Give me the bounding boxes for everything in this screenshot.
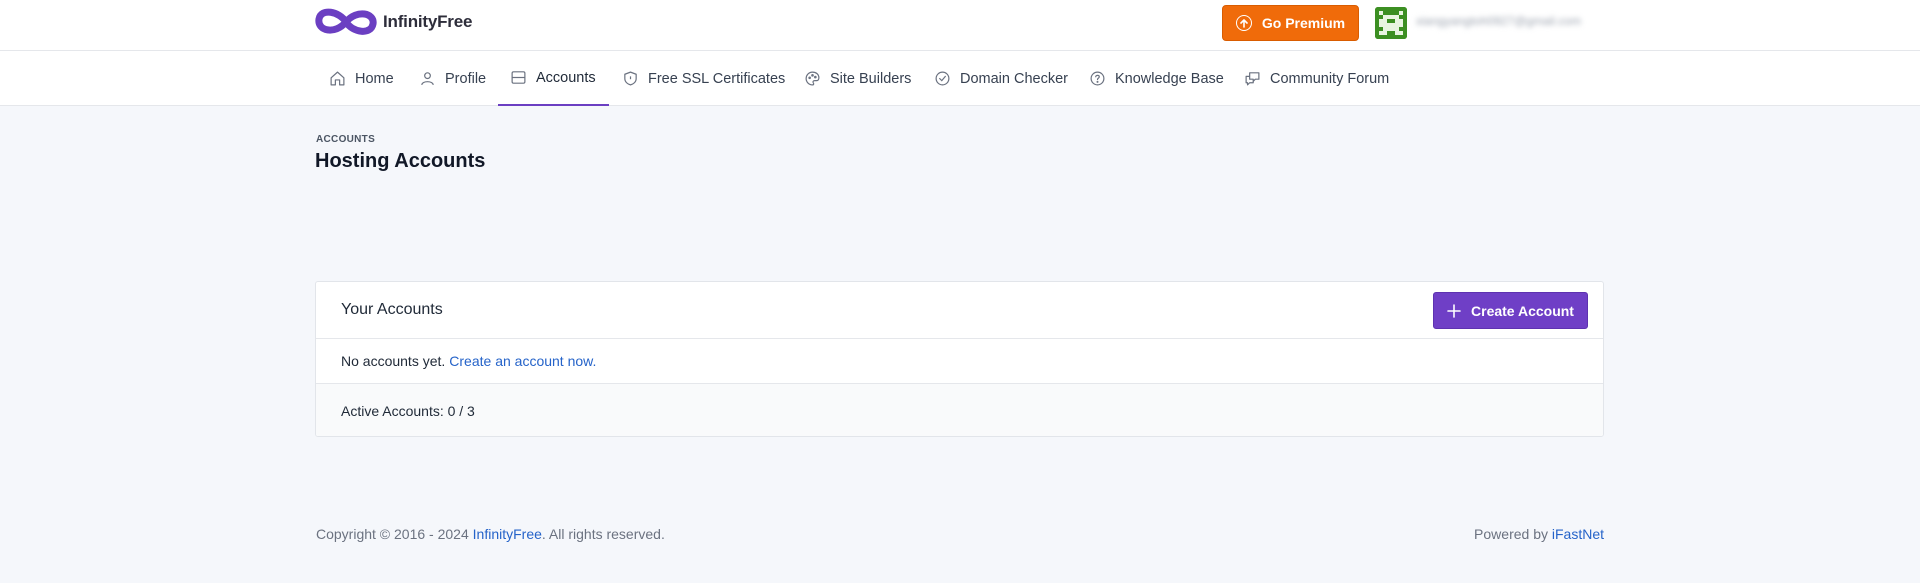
nav-label-site-builders: Site Builders — [830, 70, 912, 87]
user-avatar[interactable] — [1375, 7, 1407, 39]
copyright: Copyright © 2016 - 2024 InfinityFree. Al… — [316, 526, 665, 542]
nav-label-home: Home — [355, 70, 394, 87]
arrow-up-circle-icon — [1235, 15, 1252, 31]
infinityfree-link[interactable]: InfinityFree — [473, 526, 542, 542]
create-account-link[interactable]: Create an account now. — [449, 353, 596, 369]
server-icon — [511, 71, 526, 84]
nav-item-profile[interactable]: Profile — [419, 51, 486, 106]
accounts-card: Your Accounts Create Account No accounts… — [315, 281, 1604, 437]
create-account-button[interactable]: Create Account — [1433, 292, 1588, 329]
user-email[interactable]: xiangyangtoh0927@gmail.com — [1416, 14, 1604, 30]
check-circle-icon — [935, 71, 950, 86]
nav-label-domain-checker: Domain Checker — [960, 70, 1068, 87]
copyright-suffix: . All rights reserved. — [541, 526, 665, 542]
empty-state-row: No accounts yet. Create an account now. — [316, 339, 1603, 384]
active-accounts-count: Active Accounts: 0 / 3 — [341, 403, 475, 419]
breadcrumb: ACCOUNTS — [316, 134, 376, 145]
help-circle-icon — [1090, 71, 1105, 86]
create-account-label: Create Account — [1471, 302, 1574, 319]
go-premium-label: Go Premium — [1261, 15, 1346, 31]
nav-label-knowledge-base: Knowledge Base — [1115, 70, 1224, 87]
nav-item-site-builders[interactable]: Site Builders — [804, 51, 911, 106]
empty-state-text: No accounts yet. — [341, 353, 446, 369]
powered-by: Powered by iFastNet — [1474, 526, 1604, 542]
nav-label-community-forum: Community Forum — [1270, 70, 1390, 87]
nav-label-ssl: Free SSL Certificates — [648, 70, 786, 87]
brand-name: InfinityFree — [383, 12, 473, 31]
nav-item-knowledge-base[interactable]: Knowledge Base — [1089, 51, 1224, 106]
infinity-logo-icon — [315, 8, 377, 35]
card-title: Your Accounts — [341, 301, 443, 318]
main-nav: Home Profile Accounts Free SSL Certifica… — [0, 51, 1920, 106]
ifastnet-link[interactable]: iFastNet — [1552, 526, 1604, 542]
top-header: InfinityFree Go Premium xiangyangtoh0927… — [0, 0, 1920, 51]
shield-icon — [624, 71, 637, 86]
nav-item-accounts[interactable]: Accounts — [498, 51, 609, 106]
palette-icon — [805, 71, 820, 86]
plus-icon — [1447, 303, 1461, 318]
nav-item-home[interactable]: Home — [329, 51, 394, 106]
nav-label-profile: Profile — [445, 70, 487, 87]
powered-prefix: Powered by — [1474, 526, 1548, 542]
card-header: Your Accounts Create Account — [316, 282, 1603, 339]
page-title: Hosting Accounts — [315, 150, 486, 172]
nav-label-accounts: Accounts — [536, 69, 596, 86]
chat-icon — [1245, 72, 1260, 86]
nav-item-community-forum[interactable]: Community Forum — [1244, 51, 1389, 106]
copyright-prefix: Copyright © 2016 - 2024 — [316, 526, 469, 542]
go-premium-button[interactable]: Go Premium — [1222, 5, 1359, 41]
brand-logo[interactable]: InfinityFree — [315, 5, 472, 39]
nav-item-ssl[interactable]: Free SSL Certificates — [622, 51, 785, 106]
card-footer: Active Accounts: 0 / 3 — [316, 384, 1603, 436]
home-icon — [330, 71, 345, 86]
user-icon — [421, 72, 434, 86]
nav-item-domain-checker[interactable]: Domain Checker — [934, 51, 1068, 106]
